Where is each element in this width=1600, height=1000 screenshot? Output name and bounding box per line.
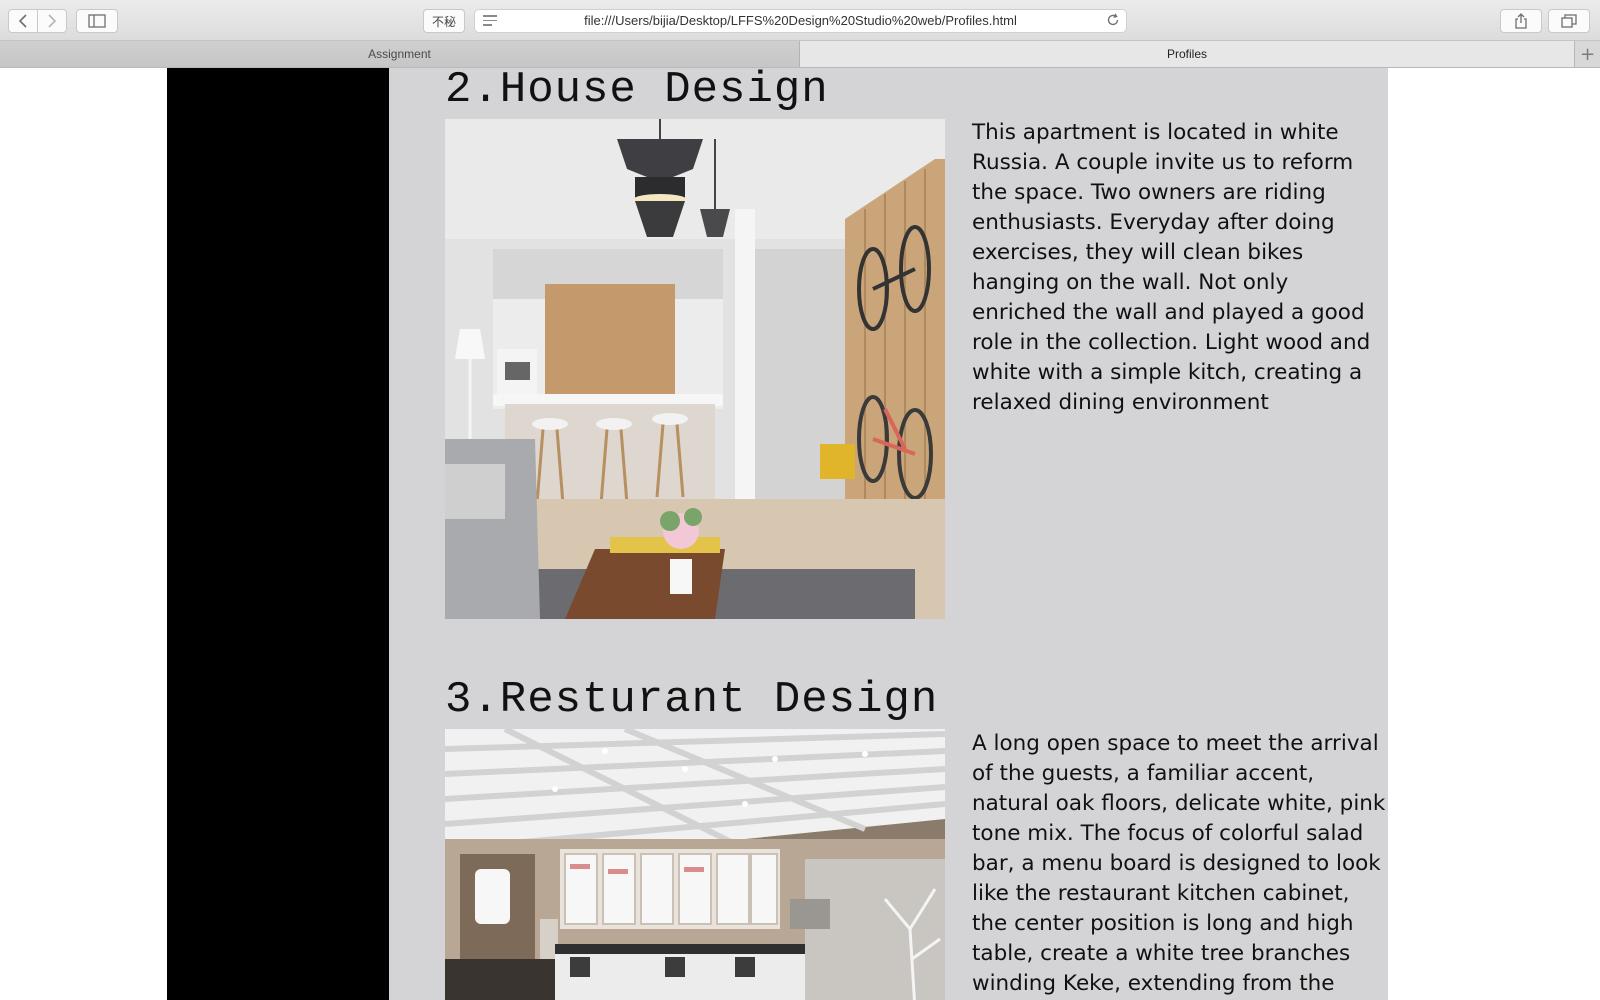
sidebar-toggle-button[interactable] bbox=[76, 9, 118, 33]
reload-icon[interactable] bbox=[1106, 13, 1120, 27]
address-bar[interactable]: file:///Users/bijia/Desktop/LFFS%20Desig… bbox=[474, 9, 1127, 33]
sidebar-icon bbox=[88, 14, 106, 28]
back-button[interactable] bbox=[8, 9, 38, 33]
section-title-restaurant-design: 3.Resturant Design bbox=[445, 675, 939, 725]
plus-icon: + bbox=[1579, 43, 1596, 65]
forward-button[interactable] bbox=[37, 9, 67, 33]
tab-label: Profiles bbox=[1166, 47, 1207, 61]
left-black-column bbox=[167, 68, 389, 1000]
tab-assignment[interactable]: Assignment bbox=[0, 41, 800, 67]
share-icon bbox=[1515, 13, 1527, 29]
chevron-left-icon bbox=[18, 14, 27, 28]
tab-profiles[interactable]: Profiles bbox=[800, 41, 1574, 67]
tab-bar: Assignment Profiles + bbox=[0, 41, 1600, 68]
show-tabs-button[interactable] bbox=[1548, 9, 1590, 33]
browser-toolbar: 不秘 file:///Users/bijia/Desktop/LFFS%20De… bbox=[0, 0, 1600, 41]
house-design-description: This apartment is located in white Russi… bbox=[972, 120, 1371, 415]
reader-extension-label: 不秘 bbox=[431, 14, 456, 29]
restaurant-design-description: A long open space to meet the arrival of… bbox=[972, 731, 1386, 996]
restaurant-design-photo bbox=[445, 729, 945, 1000]
new-tab-button[interactable]: + bbox=[1574, 41, 1600, 67]
page-viewport[interactable]: 2.House Design This apartment is located… bbox=[0, 68, 1600, 1000]
url-text[interactable]: file:///Users/bijia/Desktop/LFFS%20Desig… bbox=[475, 13, 1126, 28]
share-button[interactable] bbox=[1500, 9, 1542, 33]
tabs-overview-icon bbox=[1561, 14, 1577, 28]
tab-label: Assignment bbox=[368, 47, 431, 61]
reader-extension-button[interactable]: 不秘 bbox=[423, 9, 465, 33]
chevron-right-icon bbox=[48, 14, 57, 28]
section-title-house-design: 2.House Design bbox=[445, 68, 829, 115]
house-design-photo bbox=[445, 119, 945, 619]
